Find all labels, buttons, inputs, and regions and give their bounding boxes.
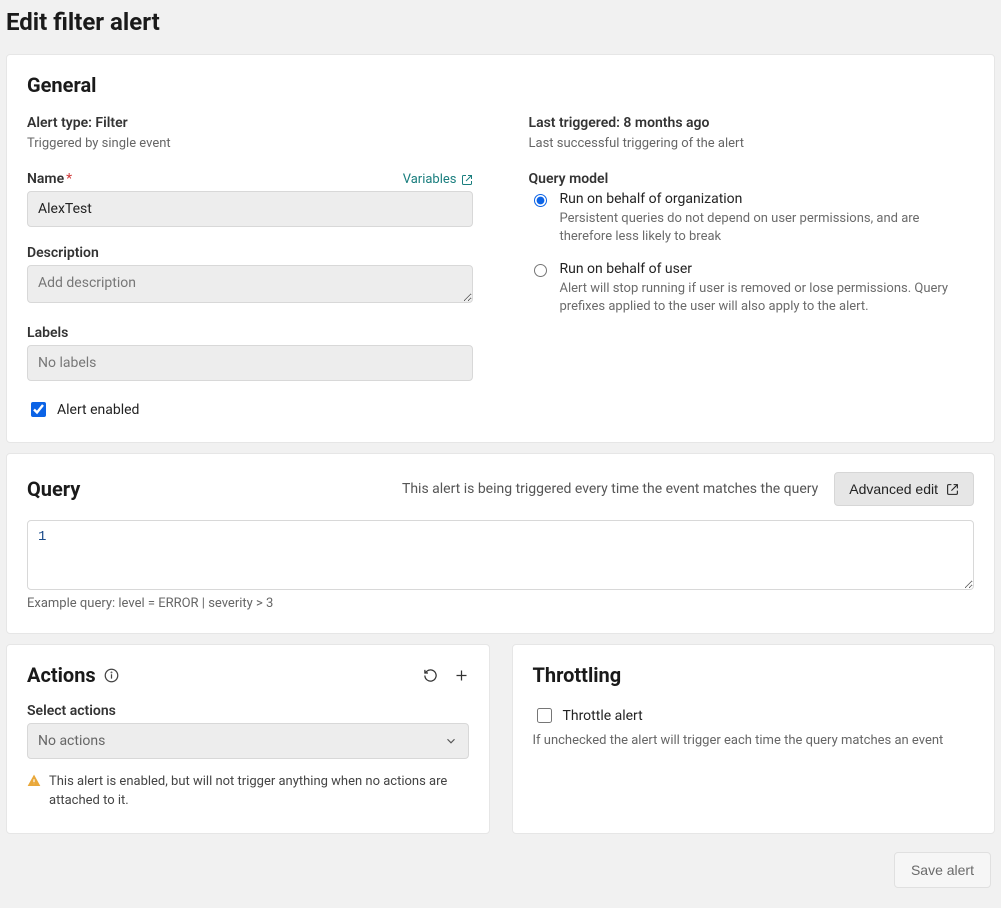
actions-select[interactable]: No actions	[27, 723, 469, 759]
info-icon[interactable]	[104, 668, 119, 683]
throttle-alert-label: Throttle alert	[563, 708, 643, 724]
refresh-icon[interactable]	[423, 668, 438, 683]
description-label: Description	[27, 245, 473, 261]
last-triggered-sublabel: Last successful triggering of the alert	[529, 136, 745, 151]
query-model-org-radio[interactable]	[534, 193, 547, 208]
general-heading: General	[27, 73, 974, 97]
name-input[interactable]	[27, 191, 473, 227]
page-title: Edit filter alert	[6, 8, 1001, 36]
query-model-user-label: Run on behalf of user	[560, 261, 975, 277]
throttling-sublabel: If unchecked the alert will trigger each…	[533, 732, 975, 750]
query-model-user-radio[interactable]	[534, 263, 547, 278]
query-model-org-label: Run on behalf of organization	[560, 191, 975, 207]
query-input[interactable]: 1	[27, 520, 974, 590]
labels-label: Labels	[27, 325, 473, 341]
labels-input[interactable]	[27, 345, 473, 381]
throttling-heading: Throttling	[533, 663, 975, 687]
popout-icon	[461, 174, 473, 186]
popout-icon	[946, 483, 959, 496]
query-heading: Query	[27, 477, 80, 501]
actions-select-value: No actions	[38, 733, 105, 749]
advanced-edit-label: Advanced edit	[849, 481, 938, 497]
plus-icon[interactable]	[454, 668, 469, 683]
query-model-user-sub: Alert will stop running if user is remov…	[560, 280, 975, 316]
variables-link-text: Variables	[403, 172, 457, 187]
required-indicator: *	[66, 171, 72, 187]
select-actions-label: Select actions	[27, 703, 469, 719]
name-label: Name	[27, 171, 64, 187]
alert-enabled-checkbox[interactable]	[31, 402, 46, 417]
query-example-hint: Example query: level = ERROR | severity …	[27, 596, 974, 611]
chevron-down-icon	[444, 734, 458, 748]
general-card: General Alert type: Filter Triggered by …	[6, 54, 995, 443]
advanced-edit-button[interactable]: Advanced edit	[834, 472, 974, 506]
alert-type-sublabel: Triggered by single event	[27, 136, 171, 151]
save-alert-button[interactable]: Save alert	[894, 852, 991, 888]
variables-link[interactable]: Variables	[403, 172, 473, 187]
actions-warning-text: This alert is enabled, but will not trig…	[49, 773, 469, 811]
throttling-card: Throttling Throttle alert If unchecked t…	[512, 644, 996, 834]
last-triggered-label: Last triggered: 8 months ago	[529, 115, 975, 131]
actions-card: Actions Select actions No actions	[6, 644, 490, 834]
query-card: Query This alert is being triggered ever…	[6, 453, 995, 634]
warning-icon	[27, 774, 41, 788]
query-model-org-sub: Persistent queries do not depend on user…	[560, 210, 975, 246]
actions-heading: Actions	[27, 663, 96, 687]
query-model-label: Query model	[529, 171, 975, 187]
alert-type-label: Alert type: Filter	[27, 115, 473, 131]
alert-enabled-label: Alert enabled	[57, 402, 139, 418]
throttle-alert-checkbox[interactable]	[537, 708, 552, 723]
query-note: This alert is being triggered every time…	[80, 481, 818, 497]
description-input[interactable]	[27, 265, 473, 303]
